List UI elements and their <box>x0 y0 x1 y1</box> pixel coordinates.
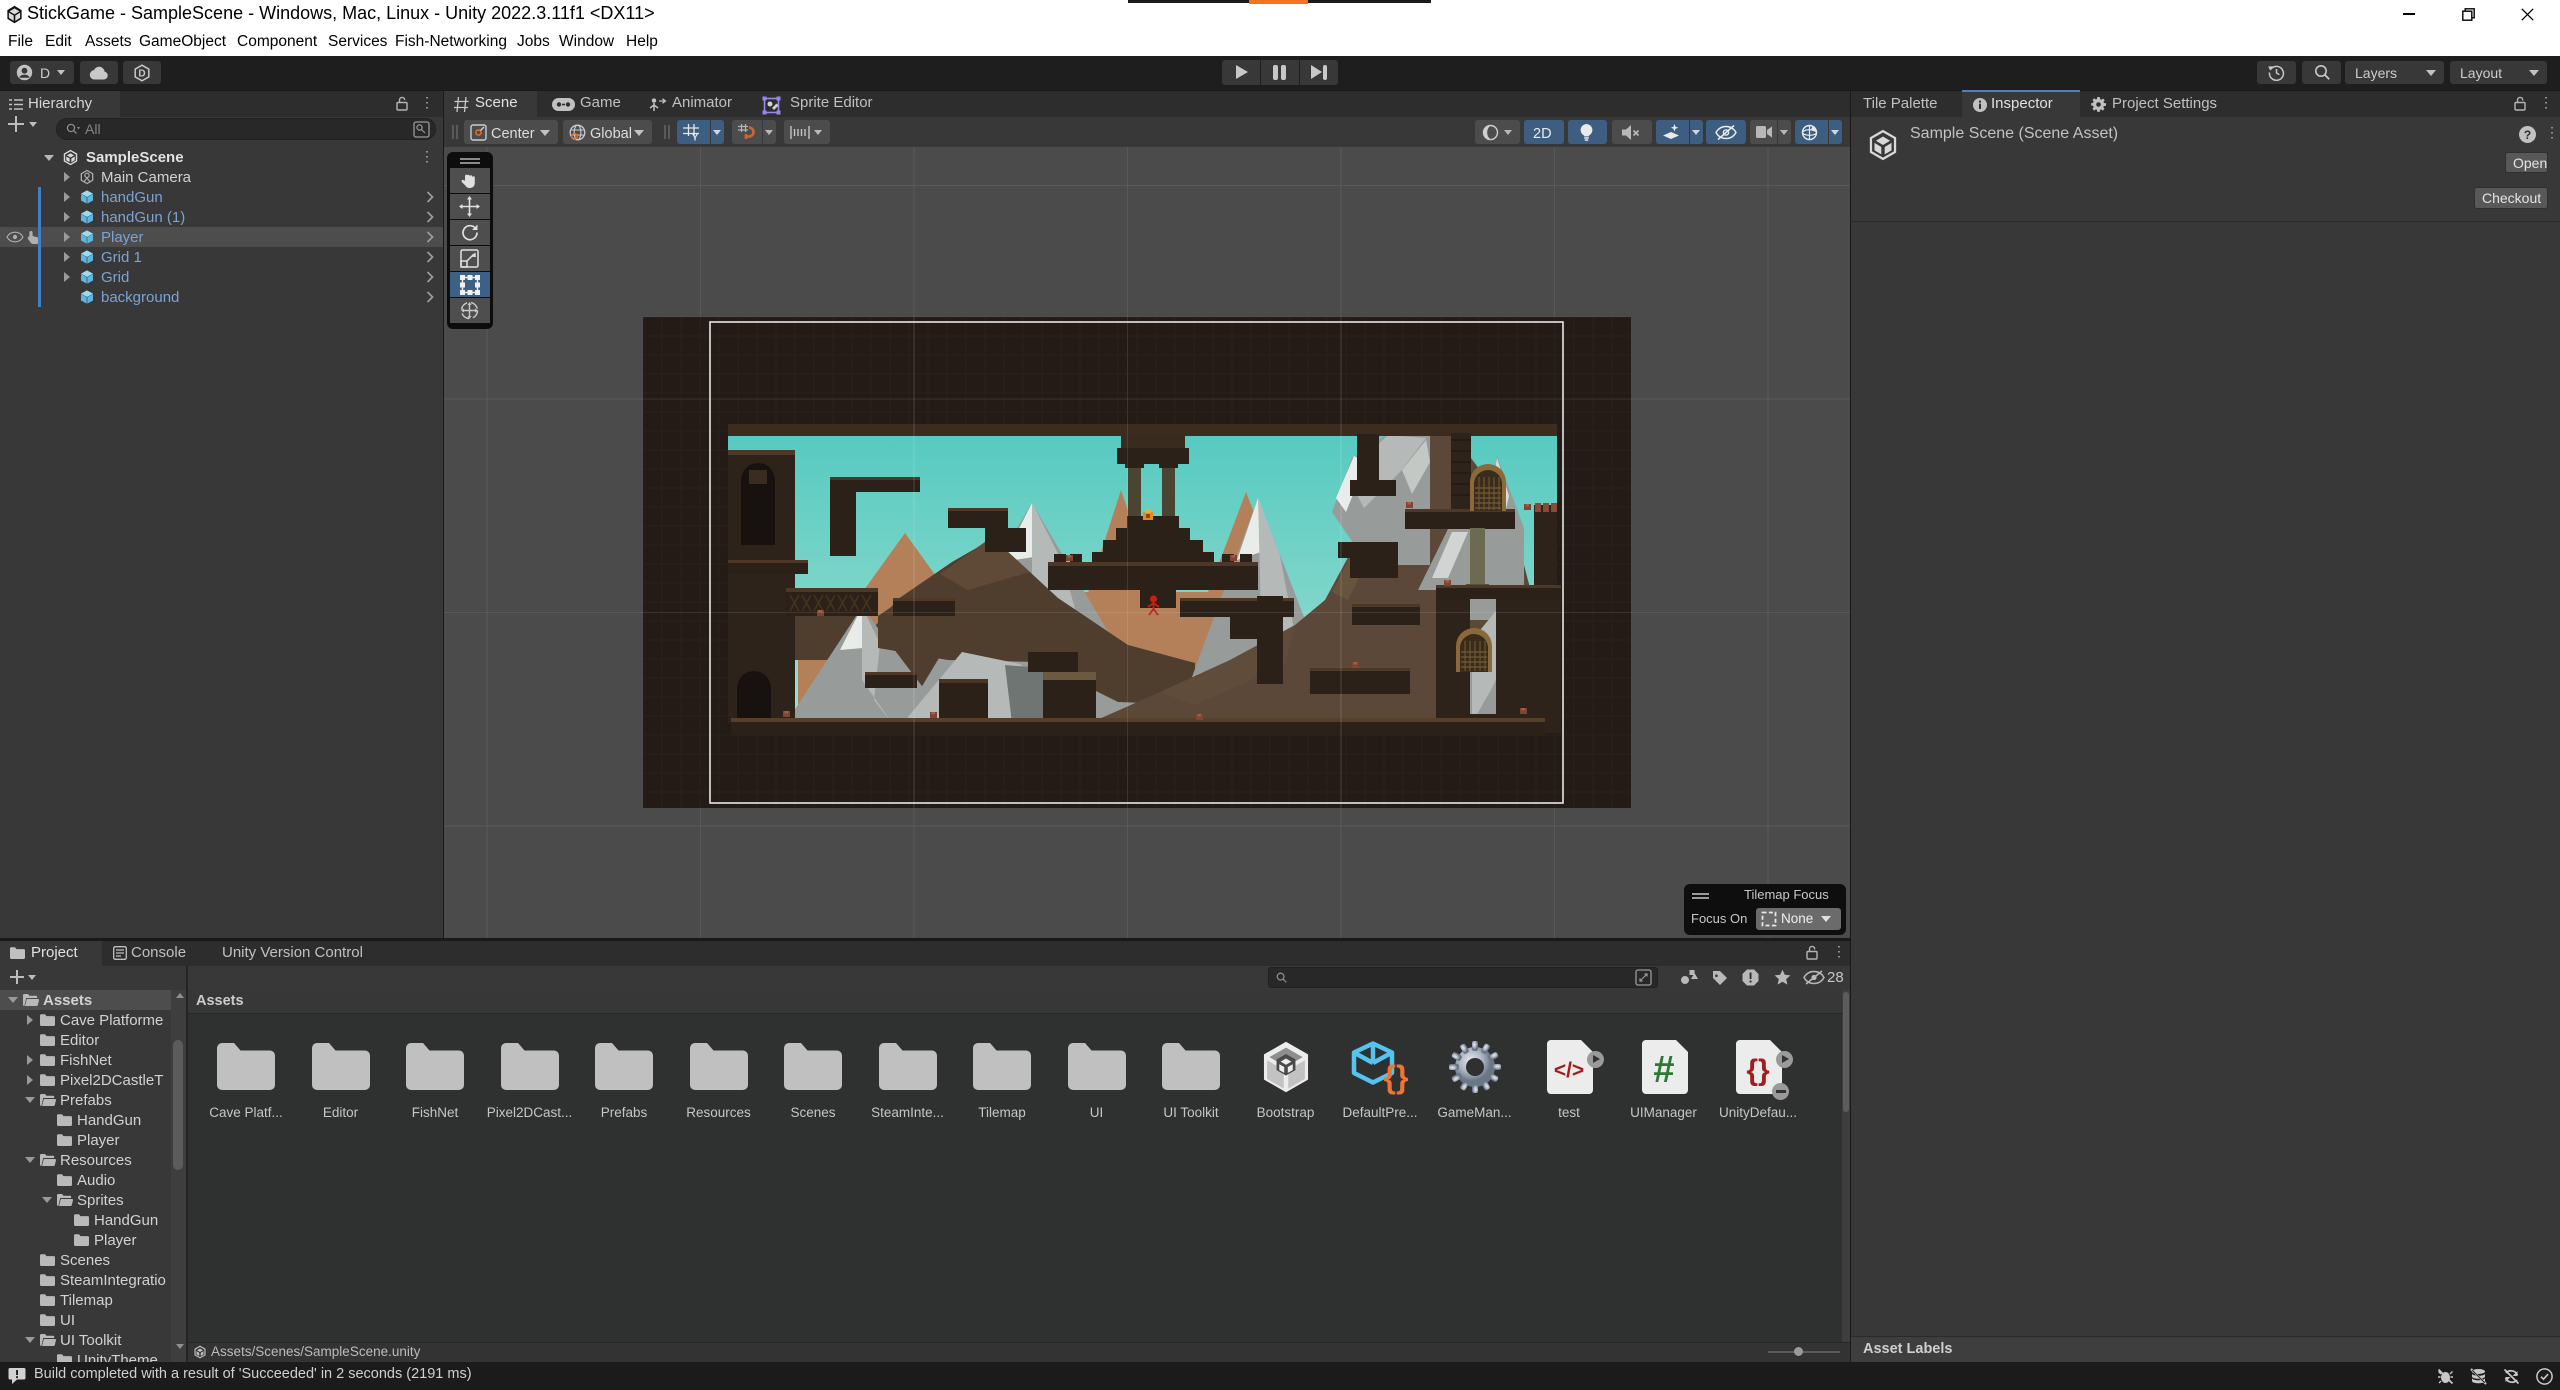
svg-text:#: # <box>1653 1049 1674 1091</box>
svg-text:{}: {} <box>1746 1054 1770 1087</box>
svg-text:?: ? <box>2524 128 2531 142</box>
svg-text:{}: {} <box>1384 1059 1409 1095</box>
svg-text:</>: </> <box>1554 1059 1584 1082</box>
svg-text:Y: Y <box>692 133 698 142</box>
svg-text:D: D <box>138 69 145 80</box>
